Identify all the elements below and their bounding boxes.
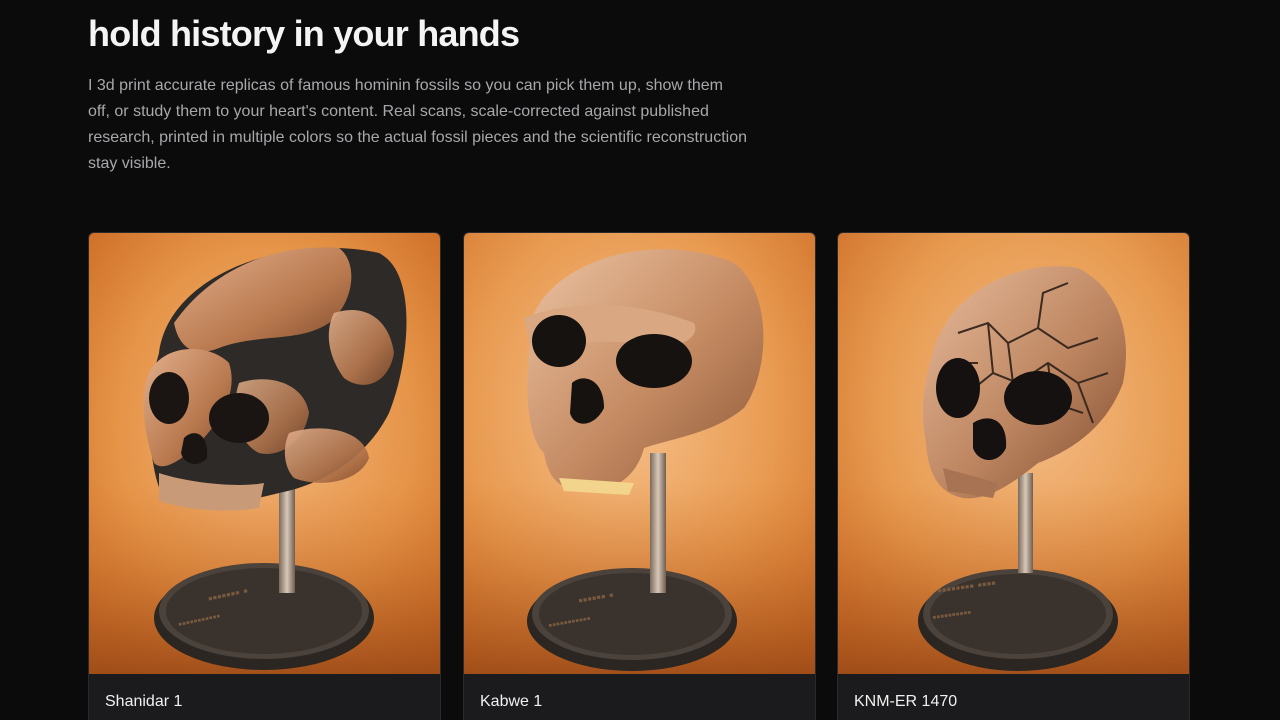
product-photo-shanidar-1[interactable]: ▪▪▪▪▪▪▪ ▪ ▪▪▪▪▪▪▪▪▪▪▪: [89, 233, 441, 674]
hero-description: I 3d print accurate replicas of famous h…: [88, 77, 747, 172]
product-card-shanidar-1[interactable]: ▪▪▪▪▪▪▪ ▪ ▪▪▪▪▪▪▪▪▪▪▪ Shanidar 1: [88, 232, 441, 720]
product-photo-kabwe-1[interactable]: ▪▪▪▪▪▪ ▪ ▪▪▪▪▪▪▪▪▪▪▪: [464, 233, 816, 674]
page-title: hold history in your hands: [88, 13, 520, 54]
product-card-kabwe-1[interactable]: ▪▪▪▪▪▪ ▪ ▪▪▪▪▪▪▪▪▪▪▪ Kabwe 1: [463, 232, 816, 720]
product-card-footer: KNM-ER 1470: [838, 674, 1189, 720]
product-card-footer: Shanidar 1: [89, 674, 440, 720]
product-title[interactable]: Kabwe 1: [480, 692, 542, 712]
product-title[interactable]: KNM-ER 1470: [854, 692, 957, 712]
product-photo-knm-er-1470[interactable]: ▪▪▪▪▪▪▪▪ ▪▪▪▪ ▪▪▪▪▪▪▪▪▪▪: [838, 233, 1190, 674]
product-card-knm-er-1470[interactable]: ▪▪▪▪▪▪▪▪ ▪▪▪▪ ▪▪▪▪▪▪▪▪▪▪ KNM-ER 1470: [837, 232, 1190, 720]
product-card-footer: Kabwe 1: [464, 674, 815, 720]
product-title[interactable]: Shanidar 1: [105, 692, 182, 712]
product-grid: ▪▪▪▪▪▪▪ ▪ ▪▪▪▪▪▪▪▪▪▪▪ Shanidar 1 ▪▪▪▪▪▪ …: [88, 232, 1192, 720]
